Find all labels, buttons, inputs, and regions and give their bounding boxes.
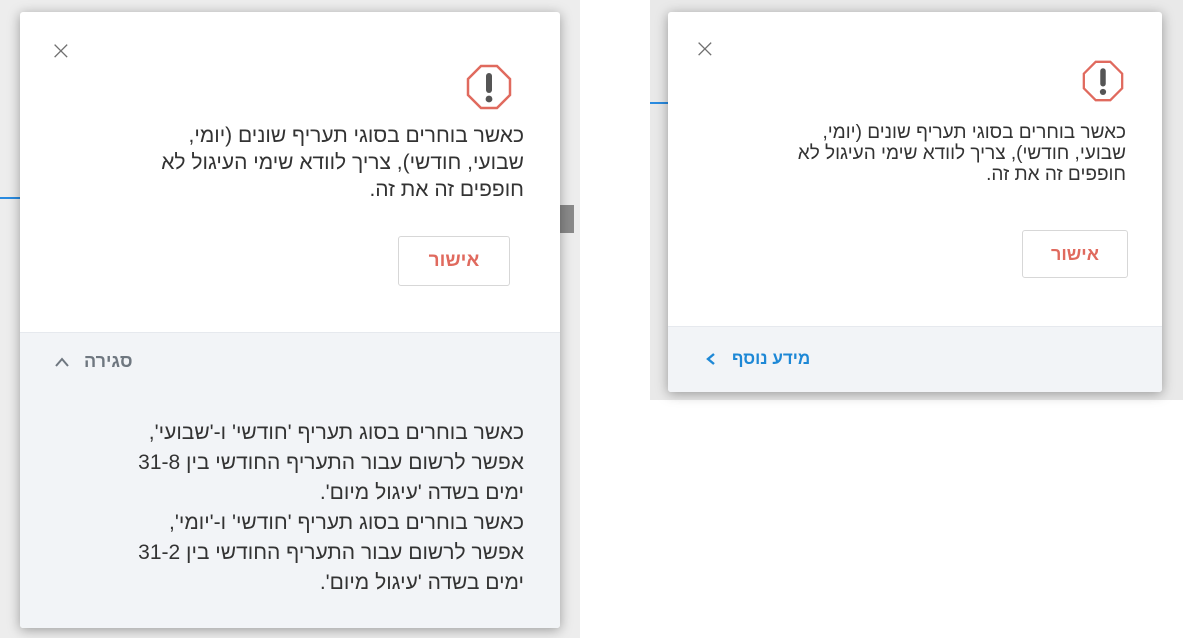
- notice-dialog-expanded: × כאשר בוחרים בסוגי תעריף שונים (יומי, ש…: [20, 12, 560, 628]
- details-line: אפשר לרשום עבור התעריף החודשי בין 31-8: [138, 451, 524, 474]
- confirm-button[interactable]: אישור: [398, 236, 510, 286]
- more-info-label: מידע נוסף: [732, 349, 811, 368]
- message-line: כאשר בוחרים בסוגי תעריף שונים (יומי,: [188, 124, 524, 147]
- message-line: חופפים זה את זה.: [986, 164, 1126, 185]
- message-line: שבועי, חודשי), צריך לוודא שימי העיגול לא: [797, 143, 1126, 164]
- more-info-toggle[interactable]: מידע נוסף: [706, 349, 810, 369]
- warning-icon: [466, 64, 512, 110]
- message-line: כאשר בוחרים בסוגי תעריף שונים (יומי,: [822, 122, 1126, 143]
- collapse-toggle[interactable]: סגירה: [54, 351, 133, 372]
- details-line: כאשר בוחרים בסוג תעריף 'חודשי' ו-'שבועי'…: [148, 421, 524, 444]
- chevron-left-icon: [706, 353, 715, 365]
- message-line: חופפים זה את זה.: [369, 178, 524, 201]
- close-icon[interactable]: ×: [50, 38, 72, 64]
- background-accent-line-right: [650, 102, 668, 104]
- warning-message: כאשר בוחרים בסוגי תעריף שונים (יומי, שבו…: [64, 122, 524, 203]
- details-text: כאשר בוחרים בסוג תעריף 'חודשי' ו-'שבועי'…: [44, 418, 524, 598]
- close-icon[interactable]: ×: [694, 36, 716, 62]
- message-line: שבועי, חודשי), צריך לוודא שימי העיגול לא: [161, 151, 524, 174]
- more-info-section: מידע נוסף: [668, 326, 1162, 392]
- collapse-toggle-label: סגירה: [84, 351, 133, 371]
- warning-message: כאשר בוחרים בסוגי תעריף שונים (יומי, שבו…: [686, 122, 1126, 185]
- background-accent-line: [0, 197, 20, 199]
- background-scrollbar: [560, 205, 574, 233]
- details-line: ימים בשדה 'עיגול מיום'.: [319, 481, 524, 504]
- chevron-up-icon: [55, 356, 69, 367]
- warning-icon: [1082, 60, 1124, 102]
- confirm-button[interactable]: אישור: [1022, 230, 1128, 278]
- details-line: ימים בשדה 'עיגול מיום'.: [319, 571, 524, 594]
- details-line: אפשר לרשום עבור התעריף החודשי בין 31-2: [138, 541, 524, 564]
- more-info-section: סגירה כאשר בוחרים בסוג תעריף 'חודשי' ו-'…: [20, 332, 560, 628]
- details-line: כאשר בוחרים בסוג תעריף 'חודשי' ו-'יומי',: [169, 511, 524, 534]
- notice-dialog-collapsed: × כאשר בוחרים בסוגי תעריף שונים (יומי, ש…: [668, 12, 1162, 392]
